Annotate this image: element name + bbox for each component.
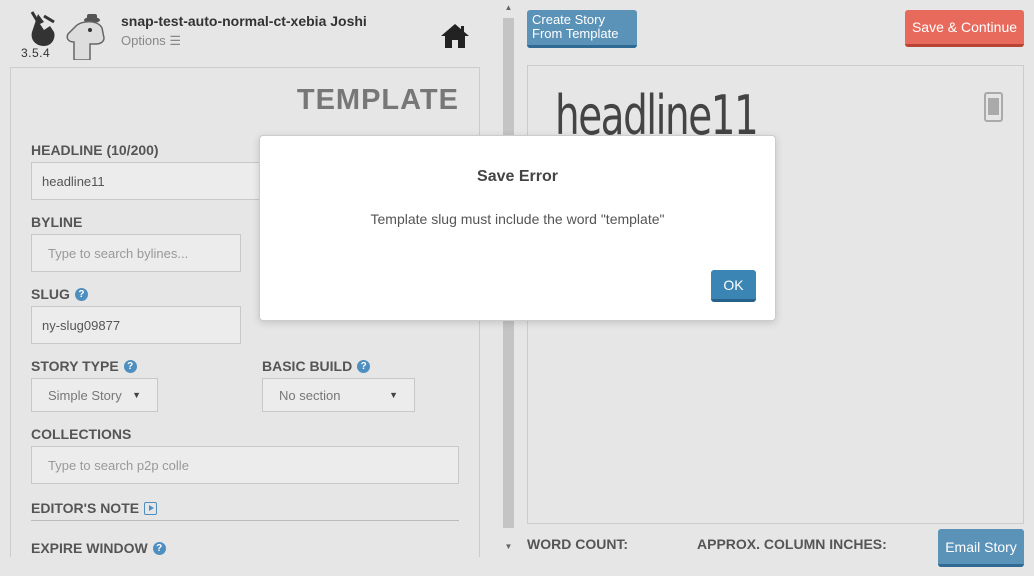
options-menu[interactable]: Options ☰ [121, 33, 181, 49]
scroll-down-arrow-icon[interactable]: ▼ [500, 542, 517, 551]
expand-icon [144, 501, 158, 515]
chevron-down-icon: ▼ [389, 390, 398, 400]
collections-label-text: COLLECTIONS [31, 426, 132, 442]
basic-build-label: BASIC BUILD ? [262, 358, 371, 374]
editors-note-label-text: EDITOR'S NOTE [31, 500, 140, 516]
email-story-button[interactable]: Email Story [938, 529, 1024, 567]
story-type-help-icon[interactable]: ? [123, 359, 137, 373]
save-continue-button[interactable]: Save & Continue [905, 10, 1024, 47]
story-type-label-text: STORY TYPE [31, 358, 119, 374]
story-type-label: STORY TYPE ? [31, 358, 137, 374]
headline-label-text: HEADLINE (10/200) [31, 142, 159, 158]
expire-window-help-icon[interactable]: ? [152, 541, 166, 555]
collections-search-input[interactable] [31, 446, 459, 484]
create-from-template-line1: Create Story [532, 12, 605, 27]
column-inches-label: APPROX. COLUMN INCHES: [697, 536, 887, 552]
user-avatar-icon [66, 14, 105, 60]
word-count-label: WORD COUNT: [527, 536, 629, 552]
home-icon[interactable] [439, 22, 471, 50]
create-from-template-line2: From Template [532, 26, 619, 41]
save-error-dialog: Save Error Template slug must include th… [259, 135, 776, 321]
app-version: 3.5.4 [21, 46, 51, 60]
user-name: snap-test-auto-normal-ct-xebia Joshi [121, 13, 367, 29]
byline-label-text: BYLINE [31, 214, 83, 230]
basic-build-select[interactable]: No section ▼ [262, 378, 415, 412]
ok-button[interactable]: OK [711, 270, 756, 302]
basic-build-value: No section [279, 387, 341, 403]
byline-search-input[interactable] [31, 234, 241, 272]
basic-build-help-icon[interactable]: ? [357, 359, 371, 373]
expire-window-label-text: EXPIRE WINDOW [31, 540, 148, 556]
editors-note-toggle[interactable]: EDITOR'S NOTE [31, 500, 158, 516]
byline-label: BYLINE [31, 214, 82, 230]
scroll-up-arrow-icon[interactable]: ▲ [500, 3, 517, 12]
section-divider [31, 520, 459, 521]
slug-input[interactable] [31, 306, 241, 344]
headline-label: HEADLINE (10/200) [31, 142, 159, 158]
dialog-title: Save Error [477, 168, 558, 185]
collections-label: COLLECTIONS [31, 426, 131, 442]
mobile-preview-icon[interactable] [984, 92, 1003, 122]
story-type-value: Simple Story [48, 387, 122, 403]
basic-build-label-text: BASIC BUILD [262, 358, 353, 374]
dialog-message: Template slug must include the word "tem… [370, 211, 665, 227]
panel-title: TEMPLATE [296, 84, 459, 116]
slug-label: SLUG ? [31, 286, 88, 302]
story-type-select[interactable]: Simple Story ▼ [31, 378, 158, 412]
headline-input[interactable] [31, 162, 271, 200]
slug-label-text: SLUG [31, 286, 70, 302]
expire-window-label: EXPIRE WINDOW ? [31, 540, 166, 556]
slug-help-icon[interactable]: ? [74, 287, 88, 301]
create-from-template-button[interactable]: Create Story From Template [527, 10, 637, 48]
chevron-down-icon: ▼ [132, 390, 141, 400]
